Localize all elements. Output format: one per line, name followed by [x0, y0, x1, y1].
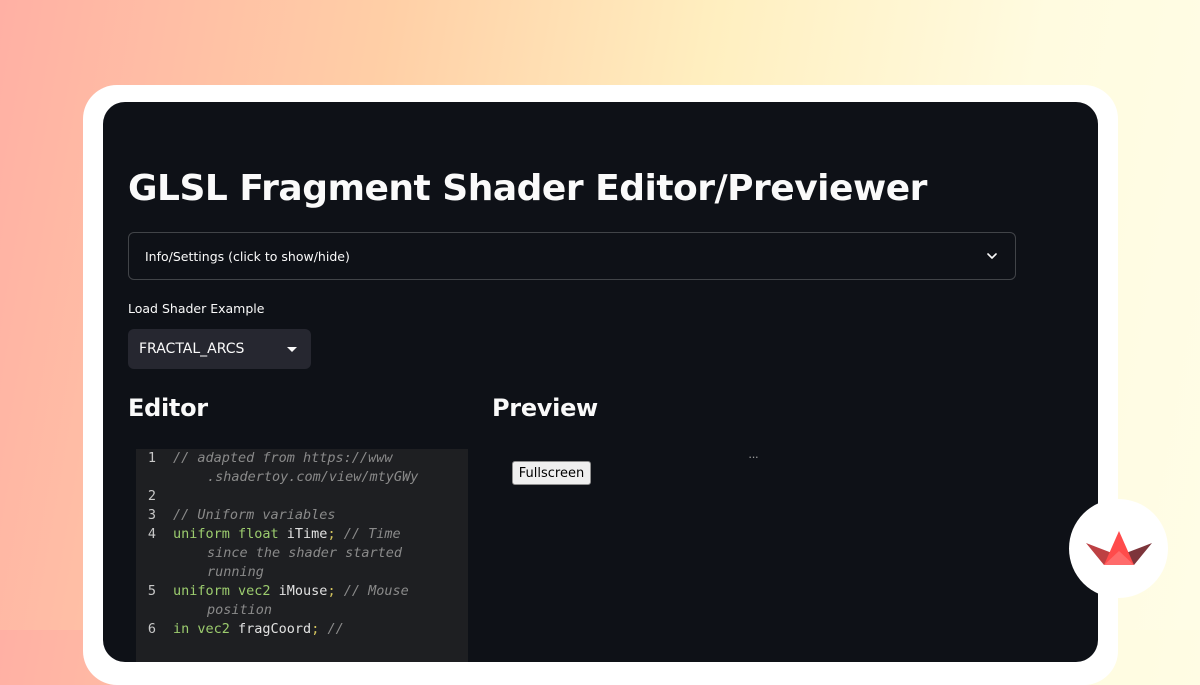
streamlit-logo-badge: [1069, 499, 1168, 598]
code-token: ;: [327, 583, 344, 599]
code-token: ;: [327, 526, 344, 542]
code-text: // Uniform variables: [173, 506, 468, 525]
editor-heading: Editor: [128, 394, 208, 422]
code-token: fragCoord: [238, 621, 312, 637]
code-token: uniform float: [173, 526, 287, 542]
caret-down-icon: [287, 346, 297, 352]
select-value: FRACTAL_ARCS: [139, 341, 245, 357]
streamlit-logo: [1085, 530, 1152, 565]
code-token: iTime: [286, 526, 328, 542]
code-token: in vec2: [173, 621, 239, 637]
line-number: 3: [147, 507, 156, 523]
code-token: // adapted from https://www: [173, 450, 393, 466]
code-text: uniform vec2 iMouse; // Mouse position: [173, 582, 468, 620]
code-line: 3 // Uniform variables: [136, 506, 468, 525]
preview-menu-dots[interactable]: ···: [748, 449, 759, 464]
line-number: 5: [147, 583, 156, 599]
code-token: iMouse: [278, 583, 328, 599]
code-token: uniform vec2: [173, 583, 279, 599]
code-line: 2: [136, 487, 468, 506]
code-text: // adapted from https://www .shadertoy.co…: [173, 449, 468, 487]
code-line: 5 uniform vec2 iMouse; // Mouse position: [136, 582, 468, 620]
line-number: 4: [147, 526, 156, 542]
code-token: // Mouse: [343, 583, 409, 599]
code-token: // Uniform variables: [173, 507, 336, 523]
code-text: uniform float iTime; // Time since the sh…: [173, 525, 468, 582]
preview-heading: Preview: [492, 394, 598, 422]
code-token: ;: [311, 621, 328, 637]
code-line: 1 // adapted from https://www .shadertoy.c…: [136, 449, 468, 487]
expander-label: Info/Settings (click to show/hide): [145, 248, 350, 264]
example-select-label: Load Shader Example: [128, 301, 265, 316]
code-token: position: [207, 602, 273, 618]
chevron-down-icon: [987, 253, 997, 259]
code-token: // Time: [343, 526, 401, 542]
code-token: running: [207, 564, 264, 580]
code-token: //: [327, 621, 344, 637]
fullscreen-button[interactable]: Fullscreen: [512, 461, 591, 485]
code-token: since the shader started: [207, 545, 403, 561]
code-line: 4 uniform float iTime; // Time since the s…: [136, 525, 468, 582]
shader-example-select[interactable]: FRACTAL_ARCS: [128, 329, 311, 369]
line-number: 2: [147, 488, 156, 504]
line-number: 1: [147, 450, 156, 466]
app-window: GLSL Fragment Shader Editor/Previewer In…: [103, 102, 1098, 662]
code-editor[interactable]: 1 // adapted from https://www .shadertoy.c…: [136, 449, 468, 662]
info-settings-expander[interactable]: Info/Settings (click to show/hide): [128, 232, 1016, 280]
page-title: GLSL Fragment Shader Editor/Previewer: [128, 168, 927, 209]
code-token: .shadertoy.com/view/mtyGWy: [207, 469, 419, 485]
